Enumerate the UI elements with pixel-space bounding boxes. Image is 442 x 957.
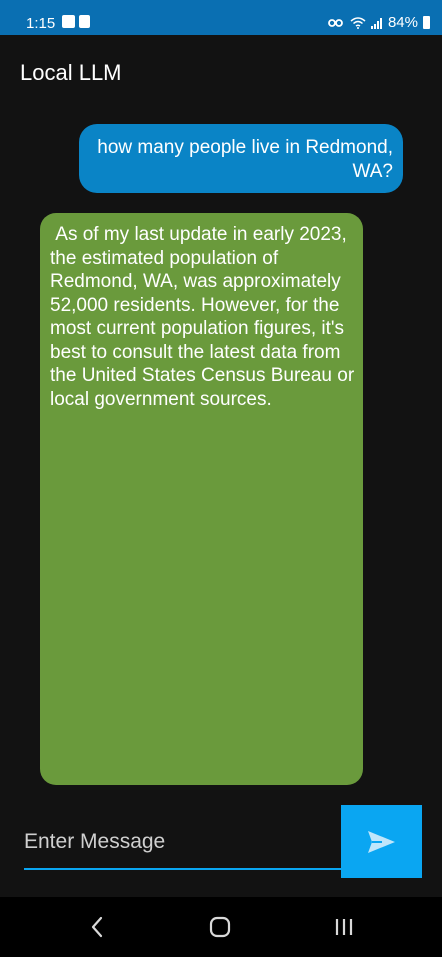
home-icon bbox=[209, 916, 231, 938]
app-bar: Local LLM bbox=[0, 35, 442, 105]
image-icon bbox=[62, 15, 75, 28]
wifi-icon bbox=[350, 17, 366, 29]
send-button[interactable] bbox=[341, 805, 422, 878]
app-screen: 1:15 84% Local LLM how many people live … bbox=[0, 0, 442, 957]
cast-icon bbox=[79, 15, 90, 28]
status-bar: 1:15 84% bbox=[0, 0, 442, 35]
back-button[interactable] bbox=[77, 911, 117, 943]
status-left-icons bbox=[62, 15, 90, 28]
assistant-message-bubble: As of my last update in early 2023, the … bbox=[40, 213, 363, 785]
system-nav-bar bbox=[0, 897, 442, 957]
recents-button[interactable] bbox=[324, 911, 364, 943]
home-button[interactable] bbox=[200, 911, 240, 943]
signal-icon bbox=[370, 17, 382, 29]
recents-icon bbox=[335, 919, 353, 935]
send-icon bbox=[368, 831, 395, 853]
message-input-container bbox=[24, 818, 342, 870]
user-message-bubble: how many people live in Redmond, WA? bbox=[79, 124, 403, 193]
back-icon bbox=[91, 916, 103, 938]
status-right: 84% bbox=[328, 14, 430, 31]
battery-icon bbox=[423, 16, 430, 29]
status-time: 1:15 bbox=[26, 15, 56, 32]
message-input[interactable] bbox=[24, 818, 342, 866]
key-icon bbox=[328, 18, 343, 27]
app-title: Local LLM bbox=[20, 60, 122, 85]
battery-percent: 84% bbox=[387, 14, 418, 31]
